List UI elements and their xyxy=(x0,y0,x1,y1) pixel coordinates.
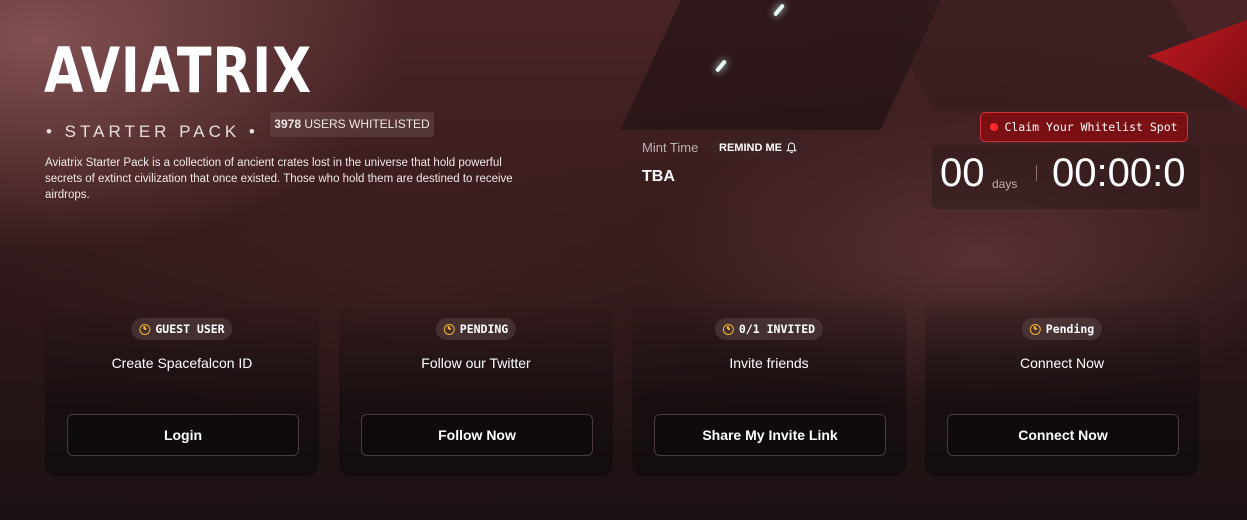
login-button[interactable]: Login xyxy=(67,414,299,456)
status-badge: PENDING xyxy=(435,318,517,340)
bell-icon xyxy=(786,142,797,154)
countdown-days-label: days xyxy=(992,177,1018,191)
mint-time-label: Mint Time xyxy=(642,140,699,155)
whitelisted-badge: 3978 USERS WHITELISTED xyxy=(270,112,434,137)
whitelisted-label: USERS WHITELISTED xyxy=(304,117,430,131)
task-card-twitter: PENDING Follow our Twitter Follow Now xyxy=(339,300,613,476)
countdown-days: 00 xyxy=(940,151,985,195)
task-card-invite: 0/1 INVITED Invite friends Share My Invi… xyxy=(632,300,906,476)
card-title: Connect Now xyxy=(1019,355,1105,371)
share-invite-link-button[interactable]: Share My Invite Link xyxy=(654,414,886,456)
status-badge: 0/1 INVITED xyxy=(714,318,824,340)
claim-whitelist-label: Claim Your Whitelist Spot xyxy=(1004,120,1178,134)
task-card-login: GUEST USER Create Spacefalcon ID Login xyxy=(45,300,319,476)
card-title: Invite friends xyxy=(729,355,809,371)
status-label: Pending xyxy=(1045,322,1095,336)
remind-me-button[interactable]: REMIND ME xyxy=(711,138,805,158)
clock-icon xyxy=(1029,323,1041,335)
page-subtitle: • STARTER PACK • xyxy=(46,122,259,141)
whitelisted-count: 3978 xyxy=(274,117,301,131)
connect-now-button[interactable]: Connect Now xyxy=(947,414,1179,456)
card-title: Follow our Twitter xyxy=(421,355,531,371)
status-badge: GUEST USER xyxy=(131,318,233,340)
countdown-divider xyxy=(1036,165,1037,181)
status-label: GUEST USER xyxy=(155,322,225,336)
description: Aviatrix Starter Pack is a collection of… xyxy=(45,157,513,201)
clock-icon xyxy=(139,323,151,335)
clock-icon xyxy=(722,323,734,335)
follow-now-button[interactable]: Follow Now xyxy=(361,414,593,456)
status-badge: Pending xyxy=(1021,318,1103,340)
red-dot-icon xyxy=(990,123,999,131)
task-card-connect: Pending Connect Now Connect Now xyxy=(925,300,1199,476)
remind-me-label: REMIND ME xyxy=(719,142,782,154)
claim-whitelist-button[interactable]: Claim Your Whitelist Spot xyxy=(980,112,1188,142)
page-title: AVIATRIX xyxy=(44,34,313,107)
status-label: PENDING xyxy=(459,322,509,336)
clock-icon xyxy=(443,323,455,335)
card-title: Create Spacefalcon ID xyxy=(111,355,253,371)
countdown-time: 00:00:0 xyxy=(1052,151,1186,195)
status-label: 0/1 INVITED xyxy=(738,322,816,336)
mint-time-value: TBA xyxy=(642,168,675,185)
